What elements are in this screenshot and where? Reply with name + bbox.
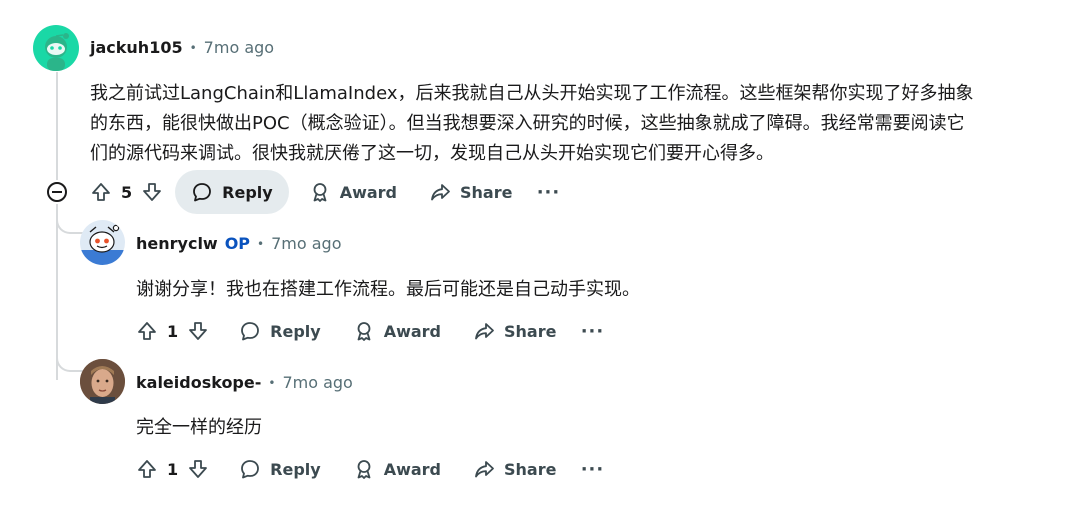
- share-icon: [431, 184, 450, 201]
- reply-button[interactable]: Reply: [223, 309, 337, 353]
- award-icon: [357, 460, 371, 479]
- share-icon: [475, 461, 494, 478]
- comment-body: 谢谢分享！我也在搭建工作流程。最后可能还是自己动手实现。: [136, 275, 640, 305]
- thread-line-main: [56, 72, 58, 180]
- reply-button[interactable]: Reply: [223, 447, 337, 491]
- award-button[interactable]: Award: [293, 170, 413, 214]
- separator-dot: •: [189, 40, 197, 55]
- reply-button[interactable]: Reply: [175, 170, 289, 214]
- share-button[interactable]: Share: [457, 447, 572, 491]
- avatar[interactable]: [33, 25, 79, 71]
- comment-meta: henryclw OP • 7mo ago: [136, 234, 342, 253]
- timestamp[interactable]: 7mo ago: [271, 234, 341, 253]
- vote-count: 1: [167, 321, 179, 341]
- separator-dot: •: [268, 375, 276, 390]
- comment-actions: 1 Reply Award Share ···: [136, 309, 612, 353]
- award-icon: [313, 183, 327, 202]
- more-options-button[interactable]: ···: [572, 459, 612, 480]
- comment-actions: 5 Reply Award Share ···: [90, 170, 568, 214]
- thread-connector-1: [56, 210, 84, 234]
- downvote-icon[interactable]: [187, 458, 209, 480]
- award-label: Award: [339, 182, 397, 202]
- user-photo-icon: [80, 359, 125, 404]
- more-options-button[interactable]: ···: [528, 182, 568, 203]
- snoo-icon: [45, 33, 69, 71]
- vote-control: 1: [136, 458, 209, 480]
- downvote-icon[interactable]: [141, 181, 163, 203]
- comment-line: 们的源代码来调试。很快我就厌倦了这一切，发现自己从头开始实现它们要开心得多。: [90, 143, 774, 164]
- comment-line: 我之前试过LangChain和LlamaIndex，后来我就自己从头开始实现了工…: [90, 83, 974, 104]
- collapse-button[interactable]: [47, 182, 67, 202]
- comment-body: 完全一样的经历: [136, 413, 262, 443]
- share-label: Share: [504, 459, 557, 479]
- timestamp[interactable]: 7mo ago: [204, 38, 274, 57]
- award-label: Award: [383, 321, 441, 341]
- comment-line: 完全一样的经历: [136, 417, 262, 438]
- reply-label: Reply: [222, 182, 273, 202]
- collapse-icon: [52, 191, 62, 193]
- op-badge: OP: [224, 234, 251, 253]
- comment-icon: [241, 460, 260, 479]
- timestamp[interactable]: 7mo ago: [282, 373, 352, 392]
- separator-dot: •: [257, 236, 265, 251]
- thread-connector-2: [56, 348, 84, 372]
- award-label: Award: [383, 459, 441, 479]
- comment-icon: [241, 322, 260, 341]
- comment-line: 谢谢分享！我也在搭建工作流程。最后可能还是自己动手实现。: [136, 279, 640, 300]
- reply-label: Reply: [270, 321, 321, 341]
- upvote-icon[interactable]: [136, 320, 158, 342]
- share-label: Share: [460, 182, 513, 202]
- vote-count: 1: [167, 459, 179, 479]
- author-name[interactable]: jackuh105: [90, 38, 183, 57]
- snoo-icon: [80, 224, 125, 265]
- comment-meta: jackuh105 • 7mo ago: [90, 38, 274, 57]
- more-options-button[interactable]: ···: [572, 321, 612, 342]
- upvote-icon[interactable]: [90, 181, 112, 203]
- avatar[interactable]: [80, 220, 125, 265]
- vote-control: 5: [90, 181, 163, 203]
- award-icon: [357, 322, 371, 341]
- share-label: Share: [504, 321, 557, 341]
- share-button[interactable]: Share: [457, 309, 572, 353]
- comment-meta: kaleidoskope- • 7mo ago: [136, 373, 353, 392]
- comment-line: 的东西，能很快做出POC（概念验证）。但当我想要深入研究的时候，这些抽象就成了障…: [90, 113, 965, 134]
- avatar[interactable]: [80, 359, 125, 404]
- downvote-icon[interactable]: [187, 320, 209, 342]
- vote-count: 5: [121, 182, 133, 202]
- author-name[interactable]: kaleidoskope-: [136, 373, 261, 392]
- comment-icon: [193, 183, 212, 202]
- award-button[interactable]: Award: [337, 447, 457, 491]
- share-icon: [475, 323, 494, 340]
- comment-actions: 1 Reply Award Share ···: [136, 447, 612, 491]
- author-name[interactable]: henryclw: [136, 234, 218, 253]
- reply-label: Reply: [270, 459, 321, 479]
- share-button[interactable]: Share: [413, 170, 528, 214]
- comment-body: 我之前试过LangChain和LlamaIndex，后来我就自己从头开始实现了工…: [90, 79, 973, 169]
- award-button[interactable]: Award: [337, 309, 457, 353]
- vote-control: 1: [136, 320, 209, 342]
- upvote-icon[interactable]: [136, 458, 158, 480]
